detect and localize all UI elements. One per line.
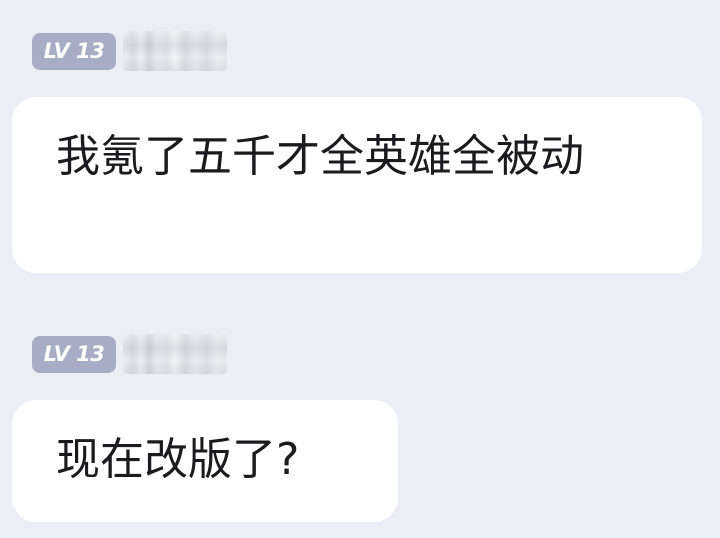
message-bubble[interactable]: 现在改版了? [12, 400, 398, 522]
username-blurred[interactable] [123, 31, 227, 71]
message-text: 现在改版了? [56, 434, 300, 485]
level-badge: LV 13 [32, 33, 116, 70]
username-blurred[interactable] [123, 334, 227, 374]
message-bubble[interactable]: 我氪了五千才全英雄全被动 [12, 97, 702, 273]
level-badge: LV 13 [32, 336, 116, 373]
message-text: 我氪了五千才全英雄全被动 [56, 131, 584, 182]
